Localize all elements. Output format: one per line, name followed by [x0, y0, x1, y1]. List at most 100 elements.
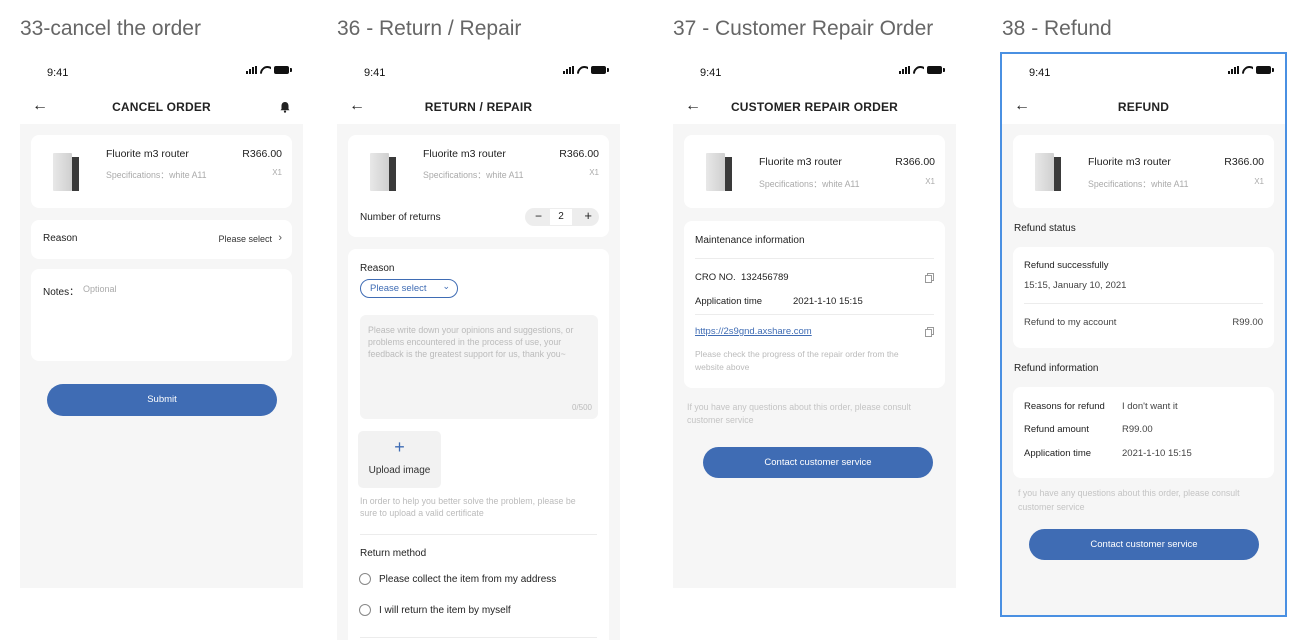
product-price: R366.00: [1224, 156, 1264, 168]
copy-icon[interactable]: [925, 273, 934, 283]
battery-icon: [591, 66, 609, 74]
submit-button[interactable]: Submit: [47, 384, 277, 416]
page-title: RETURN / REPAIR: [424, 100, 533, 114]
divider: [360, 637, 597, 638]
status-bar: 9:41: [673, 54, 956, 90]
battery-icon: [274, 66, 292, 74]
radio-icon[interactable]: [359, 573, 371, 585]
divider: [695, 314, 934, 315]
minus-button[interactable]: −: [535, 209, 542, 223]
copy-icon[interactable]: [925, 327, 934, 337]
reasons-label: Reasons for refund: [1024, 401, 1105, 412]
char-counter: 0/500: [571, 403, 592, 412]
app-time-value: 2021-1-10 15:15: [793, 296, 863, 307]
consult-note: f you have any questions about this orde…: [1018, 488, 1240, 512]
upload-image-button[interactable]: + Upload image: [358, 431, 441, 488]
plus-button[interactable]: +: [584, 208, 592, 223]
reason-label: Reason: [360, 263, 395, 274]
reason-select-value: Please select: [370, 283, 427, 294]
system-icons: [1228, 66, 1274, 74]
status-time: 9:41: [1029, 67, 1051, 79]
product-image: [1035, 153, 1061, 191]
page-title: CANCEL ORDER: [112, 100, 211, 114]
refund-info-card: Reasons for refund I don't want it Refun…: [1013, 387, 1274, 478]
refund-status-time: 15:15, January 10, 2021: [1024, 280, 1127, 291]
amount-value: R99.00: [1122, 424, 1153, 435]
link-hint: Please check the progress of the repair …: [695, 349, 899, 372]
radio-icon[interactable]: [359, 604, 371, 616]
reason-label: Reason: [43, 233, 78, 244]
cro-value: 132456789: [741, 272, 789, 283]
board-title-cancel: 33-cancel the order: [20, 17, 201, 40]
status-bar: 9:41: [20, 54, 303, 90]
amount-label: Refund amount: [1024, 424, 1089, 435]
product-card: Fluorite m3 router R366.00 Specification…: [31, 135, 292, 208]
nav-bar: ← CANCEL ORDER: [20, 90, 303, 124]
nav-bar: ← RETURN / REPAIR: [337, 90, 620, 124]
wifi-icon: [1242, 66, 1253, 74]
screen-cancel-order: 9:41 ← CANCEL ORDER Fluorite m3 router R…: [20, 54, 303, 588]
product-spec: Specifications：white A11: [1088, 179, 1189, 189]
method-option-self[interactable]: I will return the item by myself: [359, 603, 589, 619]
app-time-label: Application time: [1024, 448, 1092, 459]
chevron-down-icon: ⌄: [442, 281, 450, 291]
feedback-textarea[interactable]: Please write down your opinions and sugg…: [360, 315, 598, 419]
upload-label: Upload image: [368, 465, 431, 476]
screen-return-repair: 9:41 ← RETURN / REPAIR Fluorite m3 route…: [337, 54, 620, 640]
method-option-label: I will return the item by myself: [379, 605, 511, 616]
divider: [1024, 303, 1263, 304]
quantity-value[interactable]: 2: [550, 209, 572, 225]
returns-label: Number of returns: [360, 212, 441, 223]
divider: [695, 258, 934, 259]
refund-account-label: Refund to my account: [1024, 317, 1117, 328]
bell-icon[interactable]: [279, 101, 291, 113]
screen-refund: 9:41 ← REFUND Fluorite m3 router R366.00…: [1000, 52, 1287, 617]
refund-account-value: R99.00: [1232, 317, 1263, 328]
reason-value: Please select: [218, 234, 272, 244]
product-qty: X1: [925, 177, 935, 186]
upload-hint: In order to help you better solve the pr…: [360, 496, 576, 518]
chevron-right-icon: ›: [278, 232, 282, 244]
product-price: R366.00: [242, 148, 282, 160]
refund-status-card: Refund successfully 15:15, January 10, 2…: [1013, 247, 1274, 348]
cro-label: CRO NO.: [695, 272, 736, 283]
status-time: 9:41: [47, 67, 69, 79]
divider: [360, 534, 597, 535]
refund-info-title: Refund information: [1014, 363, 1099, 374]
signal-icon: [246, 66, 257, 74]
product-qty: X1: [272, 168, 282, 177]
product-price: R366.00: [559, 148, 599, 160]
method-option-collect[interactable]: Please collect the item from my address: [359, 572, 589, 588]
contact-service-button[interactable]: Contact customer service: [703, 447, 933, 478]
product-image: [706, 153, 732, 191]
signal-icon: [1228, 66, 1239, 74]
app-time-label: Application time: [695, 296, 763, 307]
maintenance-card: Maintenance information CRO NO. 13245678…: [684, 221, 945, 388]
reason-row[interactable]: Reason Please select ›: [31, 220, 292, 259]
system-icons: [899, 66, 945, 74]
maintenance-title: Maintenance information: [695, 235, 805, 246]
consult-note: If you have any questions about this ord…: [687, 402, 911, 425]
refund-status-value: Refund successfully: [1024, 260, 1109, 271]
nav-bar: ← CUSTOMER REPAIR ORDER: [673, 90, 956, 124]
battery-icon: [1256, 66, 1274, 74]
contact-service-button[interactable]: Contact customer service: [1029, 529, 1259, 560]
app-time-value: 2021-1-10 15:15: [1122, 448, 1192, 459]
repair-link[interactable]: https://2s9gnd.axshare.com: [695, 326, 812, 337]
product-qty: X1: [1254, 177, 1264, 186]
product-name: Fluorite m3 router: [1088, 156, 1171, 168]
notes-card[interactable]: Notes： Optional: [31, 269, 292, 361]
product-spec: Specifications：white A11: [106, 170, 207, 180]
notes-placeholder[interactable]: Optional: [83, 284, 117, 294]
product-name: Fluorite m3 router: [423, 148, 506, 160]
product-name: Fluorite m3 router: [106, 148, 189, 160]
system-icons: [563, 66, 609, 74]
reason-select[interactable]: Please select ⌄: [360, 279, 458, 298]
system-icons: [246, 66, 292, 74]
status-time: 9:41: [364, 67, 386, 79]
product-name: Fluorite m3 router: [759, 156, 842, 168]
product-spec: Specifications：white A11: [759, 179, 860, 189]
quantity-stepper: − 2 +: [525, 208, 599, 226]
product-card: Fluorite m3 router R366.00 Specification…: [1013, 135, 1274, 208]
method-option-label: Please collect the item from my address: [379, 574, 557, 585]
